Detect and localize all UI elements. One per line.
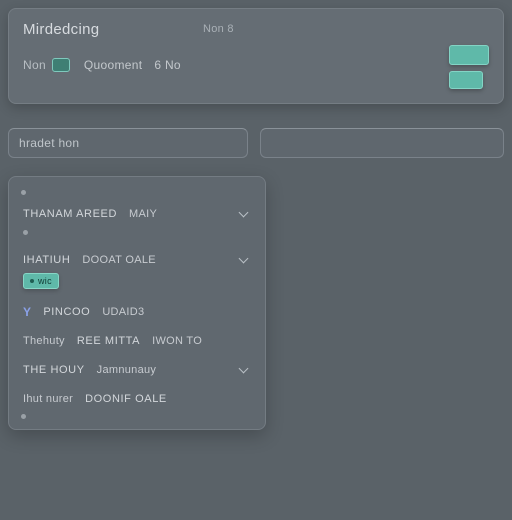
meta-mid: Quooment bbox=[84, 58, 142, 72]
summary-card: Mirdedcing Non 8 Non Quooment 6 No bbox=[8, 8, 504, 104]
item-primary: IHATIUH bbox=[23, 254, 70, 266]
item-secondary: UDAID3 bbox=[102, 306, 144, 318]
dot-icon bbox=[23, 230, 28, 235]
search-placeholder: hradet hon bbox=[19, 136, 79, 150]
item-suffix: IWON TO bbox=[152, 335, 202, 347]
dot-icon bbox=[21, 414, 26, 419]
tag-label: wic bbox=[38, 276, 52, 286]
secondary-action-button[interactable] bbox=[449, 71, 483, 89]
item-tag[interactable]: wic bbox=[23, 273, 59, 289]
item-secondary: DOONIF OALE bbox=[85, 393, 167, 405]
meta-left: Non bbox=[23, 58, 46, 72]
item-primary: PINCOO bbox=[43, 306, 90, 318]
search-input[interactable]: hradet hon bbox=[8, 128, 248, 158]
list-item[interactable]: THANAM AREED MAIY bbox=[21, 197, 253, 243]
filter-dropdown[interactable] bbox=[260, 128, 504, 158]
status-chip-icon bbox=[52, 58, 70, 72]
item-primary: Ihut nurer bbox=[23, 393, 73, 405]
item-prefix: Y bbox=[23, 305, 31, 319]
item-primary: Thehuty bbox=[23, 335, 65, 347]
list-item[interactable]: Thehuty REE MITTA IWON TO bbox=[21, 325, 253, 353]
panel-handle bbox=[21, 187, 253, 197]
primary-action-button[interactable] bbox=[449, 45, 489, 65]
action-chips bbox=[449, 45, 489, 89]
chevron-down-icon[interactable] bbox=[237, 207, 251, 221]
item-secondary: MAIY bbox=[129, 208, 157, 220]
item-primary: THANAM AREED bbox=[23, 208, 117, 220]
item-primary: THE HOUY bbox=[23, 364, 85, 376]
list-item[interactable]: THE HOUY Jamnunauy bbox=[21, 353, 253, 383]
filter-row: hradet hon bbox=[8, 128, 504, 158]
card-meta-row: Non Quooment 6 No bbox=[23, 58, 489, 72]
results-panel: THANAM AREED MAIY IHATIUH DOOAT OALE wic… bbox=[8, 176, 266, 430]
item-secondary: Jamnunauy bbox=[97, 364, 157, 376]
meta-right: 6 No bbox=[154, 58, 181, 72]
list-item[interactable]: Y PINCOO UDAID3 bbox=[21, 295, 253, 325]
item-secondary: DOOAT OALE bbox=[82, 254, 156, 266]
dot-icon bbox=[21, 190, 26, 195]
chevron-down-icon[interactable] bbox=[237, 363, 251, 377]
card-title: Mirdedcing bbox=[23, 21, 489, 38]
chevron-down-icon[interactable] bbox=[237, 253, 251, 267]
item-secondary: REE MITTA bbox=[77, 335, 140, 347]
card-subtitle: Non 8 bbox=[203, 23, 234, 35]
list-item[interactable]: IHATIUH DOOAT OALE wic bbox=[21, 243, 253, 295]
tag-dot-icon bbox=[30, 279, 34, 283]
list-item[interactable]: Ihut nurer DOONIF OALE bbox=[21, 383, 253, 411]
